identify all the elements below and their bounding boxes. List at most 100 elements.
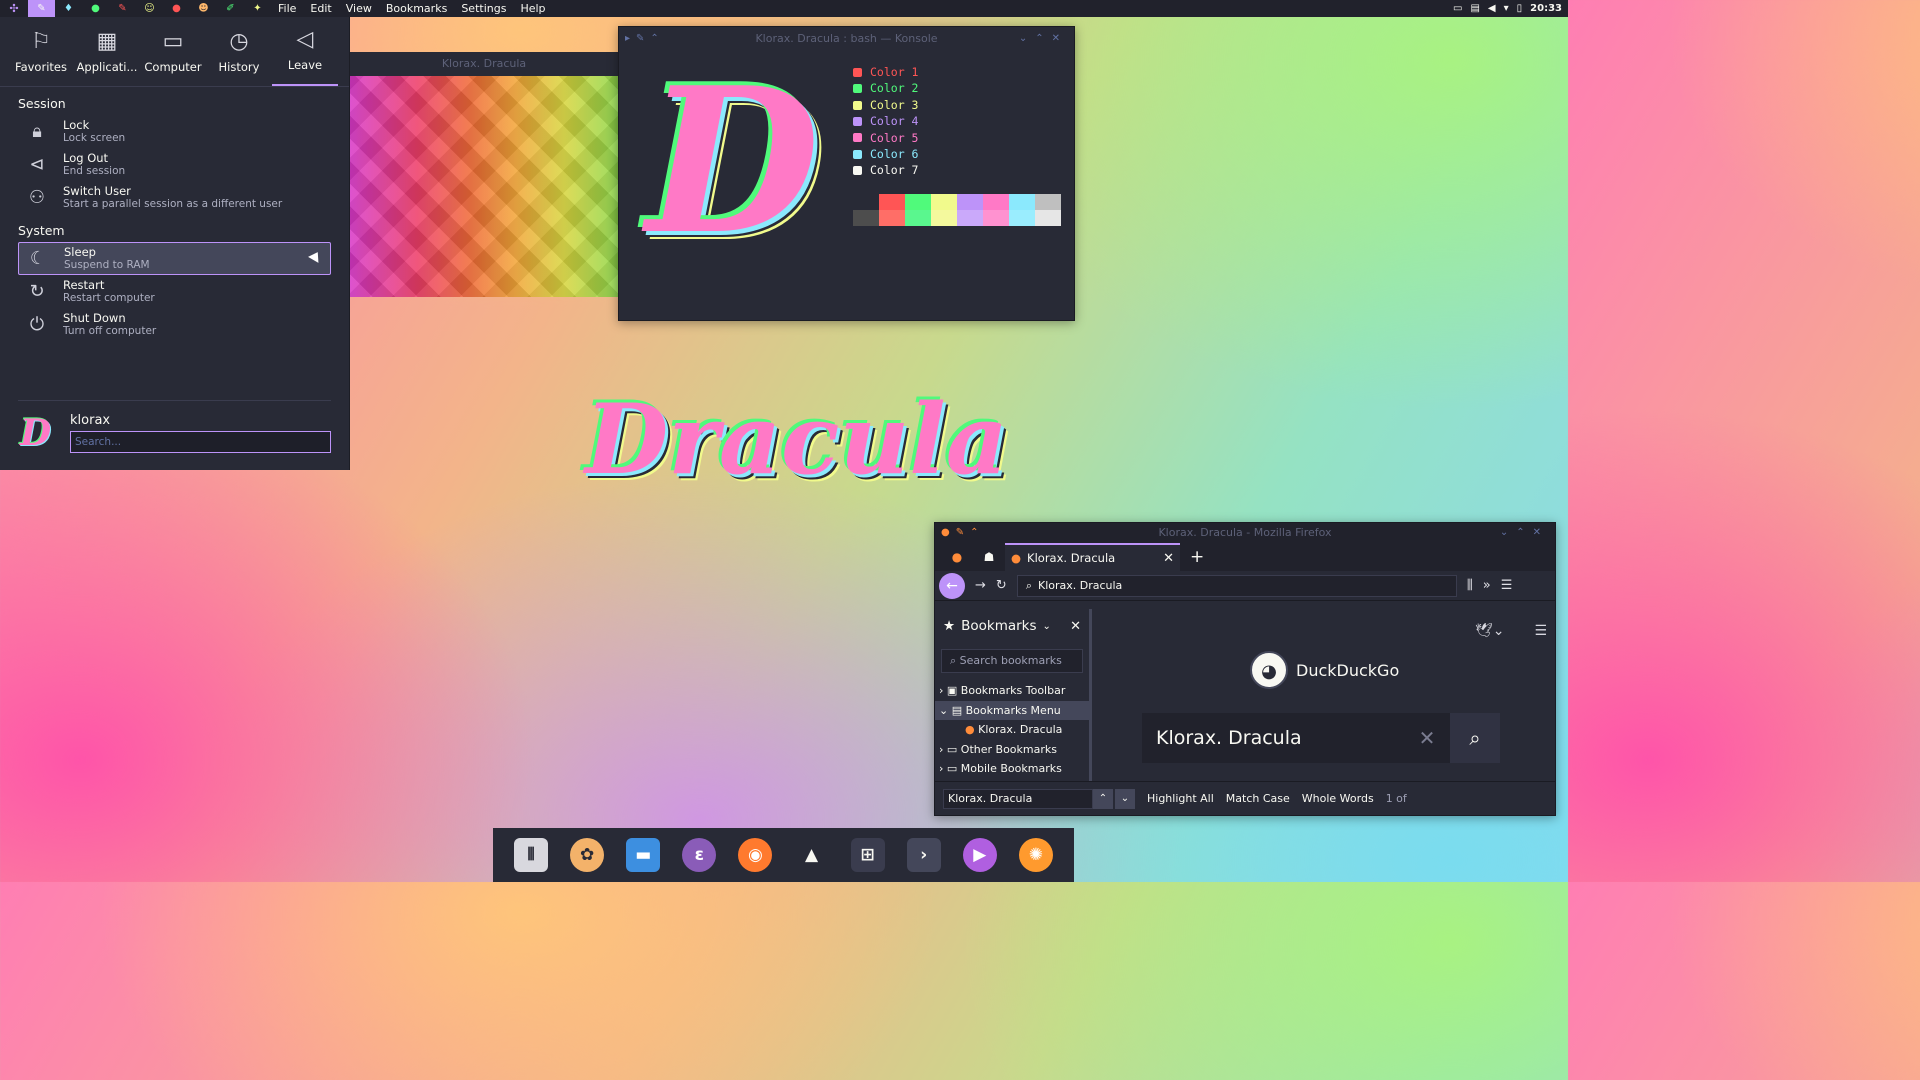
avatar[interactable]: D — [20, 413, 56, 453]
task-pin-icon[interactable]: ♦ — [55, 0, 82, 17]
duckduckgo-search-box[interactable]: Klorax. Dracula ✕ ⌕ — [1142, 713, 1500, 763]
find-input[interactable]: Klorax. Dracula — [943, 788, 1093, 809]
media-player-icon[interactable]: ▶ — [962, 838, 997, 872]
tab-label: History — [218, 60, 260, 74]
task-konsole-icon[interactable]: ✎ — [28, 0, 55, 17]
window-controls[interactable]: ⌄⌃✕ — [1500, 523, 1549, 543]
match-case-option[interactable]: Match Case — [1226, 792, 1290, 805]
forward-icon[interactable]: → — [975, 578, 986, 593]
tab-leave[interactable]: ◁ Leave — [272, 17, 338, 86]
menu-bookmarks[interactable]: Bookmarks — [379, 0, 454, 17]
color-row: Color 1 — [853, 64, 918, 80]
archive-app-icon[interactable]: ⫴ — [514, 838, 549, 872]
display-icon[interactable]: ▭ — [1453, 3, 1462, 14]
window-controls[interactable]: ⌄⌃✕ — [1019, 27, 1068, 50]
firefox-window: ●✎⌃ Klorax. Dracula - Mozilla Firefox ⌄⌃… — [934, 522, 1556, 816]
logout-item[interactable]: ⊲ Log Out End session — [18, 148, 331, 181]
menu-settings[interactable]: Settings — [454, 0, 513, 17]
lock-item[interactable]: 🔒︎ Lock Lock screen — [18, 115, 331, 148]
overflow-icon[interactable]: » — [1483, 578, 1491, 593]
menu-edit[interactable]: Edit — [303, 0, 338, 17]
tab-computer[interactable]: ▭ Computer — [140, 17, 206, 86]
item-label: Shut Down — [63, 310, 126, 325]
tab-applications[interactable]: ▦ Applicati... — [74, 17, 140, 86]
url-bar[interactable]: ⌕ Klorax. Dracula — [1016, 574, 1457, 597]
back-button-icon[interactable]: ← — [939, 572, 965, 599]
menu-help[interactable]: Help — [513, 0, 552, 17]
application-launcher: ⚐ Favorites ▦ Applicati... ▭ Computer ◷ … — [0, 17, 350, 470]
task-bulb-icon[interactable]: ✦ — [244, 0, 271, 17]
tab-history[interactable]: ◷ History — [206, 17, 272, 86]
section-title-system: System — [18, 223, 65, 238]
calculator-icon[interactable]: ⊞ — [850, 838, 885, 872]
highlight-all-option[interactable]: Highlight All — [1147, 792, 1214, 805]
tree-item-klorax-dracula[interactable]: ● Klorax. Dracula — [935, 720, 1089, 740]
file-manager-icon[interactable]: ▬ — [626, 838, 661, 872]
tab-label: Applicati... — [76, 60, 138, 74]
task-emoji-icon[interactable]: ☺ — [136, 0, 163, 17]
task-face-icon[interactable]: ☻ — [190, 0, 217, 17]
find-next-icon[interactable]: ⌄ — [1115, 788, 1135, 809]
palette-swatch — [931, 210, 957, 226]
task-record-icon[interactable]: ● — [163, 0, 190, 17]
palette-swatch — [879, 194, 905, 210]
restart-item[interactable]: ↻ Restart Restart computer — [18, 275, 331, 308]
battery-icon[interactable]: ▯ — [1517, 3, 1523, 14]
mouse-cursor-icon — [308, 249, 323, 263]
item-label: Log Out — [63, 150, 109, 165]
tree-item-mobile-bookmarks[interactable]: › ▭ Mobile Bookmarks — [935, 759, 1089, 779]
hamburger-menu-icon[interactable]: ☰ — [1501, 578, 1513, 593]
close-tab-icon[interactable]: ✕ — [1163, 551, 1174, 566]
firefox-icon[interactable]: ◉ — [738, 838, 773, 872]
color-row: Color 6 — [853, 146, 918, 162]
firefox-window-icon[interactable]: ●✎⌃ — [941, 523, 984, 543]
clock[interactable]: 20:33 — [1530, 3, 1562, 14]
bookmarks-search-input[interactable]: ⌕ Search bookmarks — [941, 649, 1083, 673]
page-menu-icon[interactable]: ☰ — [1534, 623, 1547, 639]
new-tab-icon[interactable]: + — [1190, 547, 1204, 567]
menu-view[interactable]: View — [339, 0, 379, 17]
clear-icon[interactable]: ✕ — [1404, 726, 1450, 750]
tree-item-other-bookmarks[interactable]: › ▭ Other Bookmarks — [935, 740, 1089, 760]
reload-icon[interactable]: ↻ — [996, 578, 1007, 593]
octopus-app-icon[interactable]: ✿ — [570, 838, 605, 872]
palette-swatch — [905, 210, 931, 226]
orange-app-icon[interactable]: ✺ — [1018, 838, 1053, 872]
app-launcher-icon[interactable]: ✣ — [0, 0, 28, 17]
launcher-search-input[interactable] — [70, 431, 331, 453]
color-row: Color 5 — [853, 130, 918, 146]
search-placeholder: Search bookmarks — [959, 654, 1062, 667]
task-pen-icon[interactable]: ✎ — [109, 0, 136, 17]
sidebar-header[interactable]: ★ Bookmarks ⌄ ✕ — [935, 615, 1089, 637]
library-icon[interactable]: ⫼ — [1467, 578, 1473, 593]
color-palette — [853, 194, 1061, 226]
volume-icon[interactable]: ◀ — [1488, 3, 1496, 14]
palette-swatch — [853, 210, 879, 226]
menu-file[interactable]: File — [271, 0, 303, 17]
dock: ⫴ ✿ ▬ ε ◉ ▲ ⊞ › ▶ ✺ — [493, 828, 1074, 882]
bookmarks-tree: › ▣ Bookmarks Toolbar ⌄ ▤ Bookmarks Menu… — [935, 681, 1089, 779]
expand-tray-icon[interactable]: ▾ — [1504, 3, 1509, 14]
tab-favorites[interactable]: ⚐ Favorites — [8, 17, 74, 86]
search-submit-icon[interactable]: ⌕ — [1450, 713, 1500, 763]
pinned-ghost-tab-icon[interactable]: ☗ — [973, 550, 1005, 564]
inkscape-icon[interactable]: ▲ — [795, 838, 829, 872]
find-previous-icon[interactable]: ⌃ — [1093, 788, 1113, 809]
twitter-icon[interactable]: 🕊︎⌄ — [1475, 623, 1505, 639]
switch-user-item[interactable]: ⚇ Switch User Start a parallel session as… — [18, 181, 331, 214]
sleep-item[interactable]: ☾ Sleep Suspend to RAM — [18, 242, 331, 275]
tree-item-bookmarks-toolbar[interactable]: › ▣ Bookmarks Toolbar — [935, 681, 1089, 701]
task-globe-icon[interactable]: ● — [82, 0, 109, 17]
shutdown-item[interactable]: ⏻ Shut Down Turn off computer — [18, 308, 331, 341]
item-description: End session — [63, 164, 126, 177]
tab-active[interactable]: ● Klorax. Dracula ✕ — [1005, 543, 1180, 571]
top-panel: ✣ ✎ ♦ ● ✎ ☺ ● ☻ ✐ ✦ File Edit View Bookm… — [0, 0, 1568, 17]
clipboard-icon[interactable]: ▤ — [1470, 3, 1479, 14]
pinned-firefox-tab-icon[interactable]: ● — [941, 550, 973, 564]
whole-words-option[interactable]: Whole Words — [1302, 792, 1374, 805]
task-brush-icon[interactable]: ✐ — [217, 0, 244, 17]
emacs-icon[interactable]: ε — [682, 838, 717, 872]
close-sidebar-icon[interactable]: ✕ — [1070, 619, 1081, 634]
terminal-icon[interactable]: › — [906, 838, 941, 872]
tree-item-bookmarks-menu[interactable]: ⌄ ▤ Bookmarks Menu — [935, 700, 1089, 721]
